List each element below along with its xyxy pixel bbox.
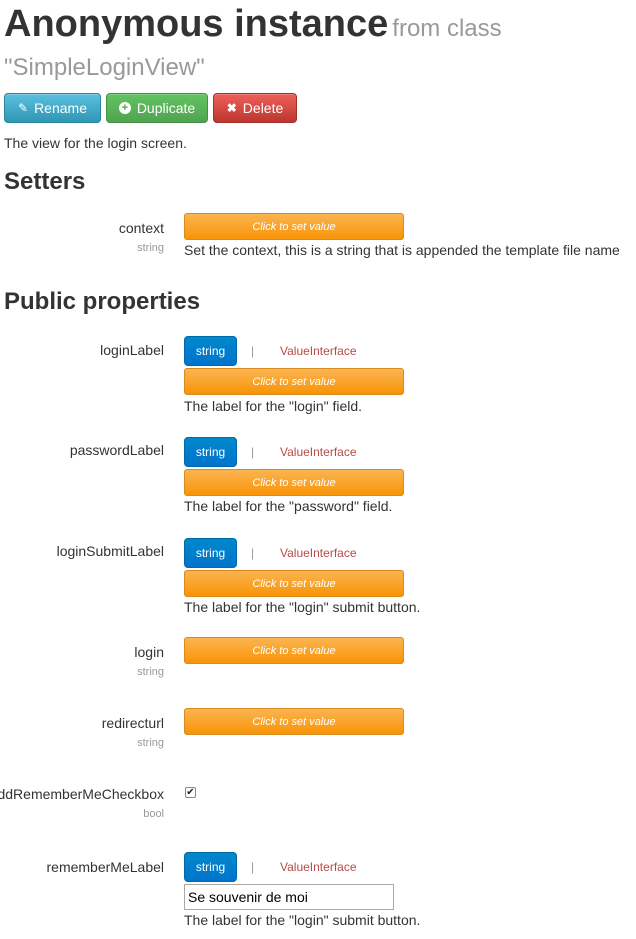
property-label-loginSubmitLabel: loginSubmitLabel xyxy=(56,543,164,559)
set-value-button-login[interactable]: Click to set value xyxy=(184,637,404,664)
from-class-label: from class xyxy=(392,15,502,42)
class-name: "SimpleLoginView" xyxy=(4,54,205,81)
type-option-valueinterface[interactable]: ValueInterface xyxy=(280,344,357,358)
property-label-rememberMeLabel: rememberMeLabel xyxy=(46,859,165,875)
property-type-redirecturl: string xyxy=(137,737,164,749)
set-value-button-loginSubmitLabel[interactable]: Click to set value xyxy=(184,570,404,597)
duplicate-button[interactable]: + Duplicate xyxy=(106,93,208,123)
type-button-string[interactable]: string xyxy=(184,538,237,568)
type-button-string[interactable]: string xyxy=(184,852,237,882)
property-label-context: context xyxy=(118,220,164,236)
property-label-login: login xyxy=(134,644,164,660)
property-label-passwordLabel: passwordLabel xyxy=(69,442,164,458)
set-value-button-loginLabel[interactable]: Click to set value xyxy=(184,368,404,395)
type-separator: | xyxy=(251,860,255,874)
property-type-context: string xyxy=(137,242,164,254)
type-button-string[interactable]: string xyxy=(184,336,237,366)
public-properties-heading: Public properties xyxy=(4,288,201,315)
rename-label: Rename xyxy=(34,100,87,116)
set-value-button-context[interactable]: Click to set value xyxy=(184,213,404,240)
type-option-valueinterface[interactable]: ValueInterface xyxy=(280,546,357,560)
set-value-button-passwordLabel[interactable]: Click to set value xyxy=(184,469,404,496)
type-separator: | xyxy=(251,445,255,459)
duplicate-label: Duplicate xyxy=(136,100,196,116)
property-label-addRememberMeCheckbox: addRememberMeCheckbox xyxy=(0,786,164,802)
property-label-loginLabel: loginLabel xyxy=(100,342,164,358)
type-option-valueinterface[interactable]: ValueInterface xyxy=(280,860,357,874)
type-separator: | xyxy=(251,546,255,560)
property-help-rememberMeLabel: The label for the "login" submit button. xyxy=(184,912,421,928)
remember-me-label-input[interactable] xyxy=(184,884,394,910)
pencil-icon: ✎ xyxy=(18,101,29,115)
instance-title: Anonymous instance xyxy=(4,3,389,45)
plus-circle-icon: + xyxy=(118,102,131,114)
property-help-context: Set the context, this is a string that i… xyxy=(184,242,620,258)
delete-button[interactable]: ✖ Delete xyxy=(213,93,297,123)
type-option-valueinterface[interactable]: ValueInterface xyxy=(280,445,357,459)
remember-me-checkbox[interactable]: ✔ xyxy=(185,787,196,798)
set-value-button-redirecturl[interactable]: Click to set value xyxy=(184,708,404,735)
page-title: Anonymous instance from class xyxy=(4,2,502,51)
property-type-addRememberMeCheckbox: bool xyxy=(143,808,164,820)
type-button-string[interactable]: string xyxy=(184,437,237,467)
delete-label: Delete xyxy=(242,100,284,116)
instance-description: The view for the login screen. xyxy=(4,135,187,151)
property-type-login: string xyxy=(137,666,164,678)
type-separator: | xyxy=(251,344,255,358)
checkmark-icon: ✔ xyxy=(186,787,195,798)
property-label-redirecturl: redirecturl xyxy=(101,715,164,731)
rename-button[interactable]: ✎ Rename xyxy=(4,93,101,123)
property-help-loginLabel: The label for the "login" field. xyxy=(184,398,363,414)
property-help-passwordLabel: The label for the "password" field. xyxy=(184,498,393,514)
property-help-loginSubmitLabel: The label for the "login" submit button. xyxy=(184,599,421,615)
setters-heading: Setters xyxy=(4,168,86,195)
close-icon: ✖ xyxy=(226,101,237,115)
